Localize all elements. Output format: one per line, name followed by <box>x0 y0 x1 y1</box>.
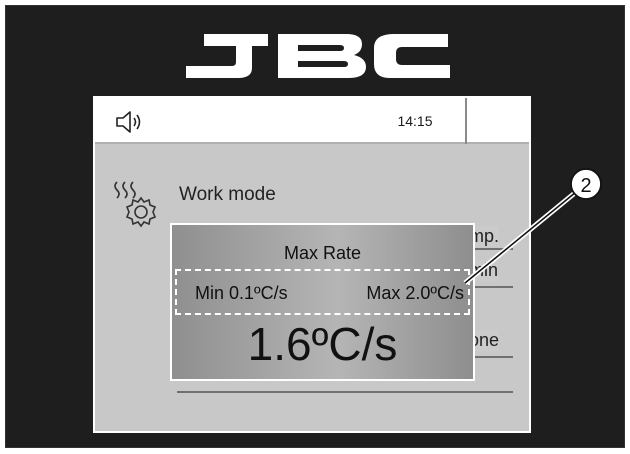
range-limits-box: Min 0.1ºC/s Max 2.0ºC/s <box>175 269 470 315</box>
clock-time: 14:15 <box>397 113 433 129</box>
max-rate-popup[interactable]: Max Rate Min 0.1ºC/s Max 2.0ºC/s 1.6ºC/s <box>170 223 475 381</box>
menu-divider <box>473 286 513 288</box>
work-mode-gear-icon <box>114 181 157 228</box>
menu-divider <box>177 391 513 393</box>
speaker-icon[interactable] <box>114 110 146 134</box>
range-max-label: Max 2.0ºC/s <box>366 283 464 303</box>
popup-title: Max Rate <box>283 243 362 263</box>
screen-title: Work mode <box>179 184 276 205</box>
menu-divider <box>473 356 513 358</box>
touch-screen: 14:15 Work mode mp. min one Max Rate Min… <box>93 96 531 433</box>
range-min-label: Min 0.1ºC/s <box>195 283 288 303</box>
rate-value[interactable]: 1.6ºC/s <box>172 317 473 371</box>
status-divider <box>465 98 467 144</box>
device-frame: 14:15 Work mode mp. min one Max Rate Min… <box>5 5 625 448</box>
jbc-logo <box>186 34 450 78</box>
status-bar: 14:15 <box>95 98 529 144</box>
menu-divider <box>473 248 513 250</box>
